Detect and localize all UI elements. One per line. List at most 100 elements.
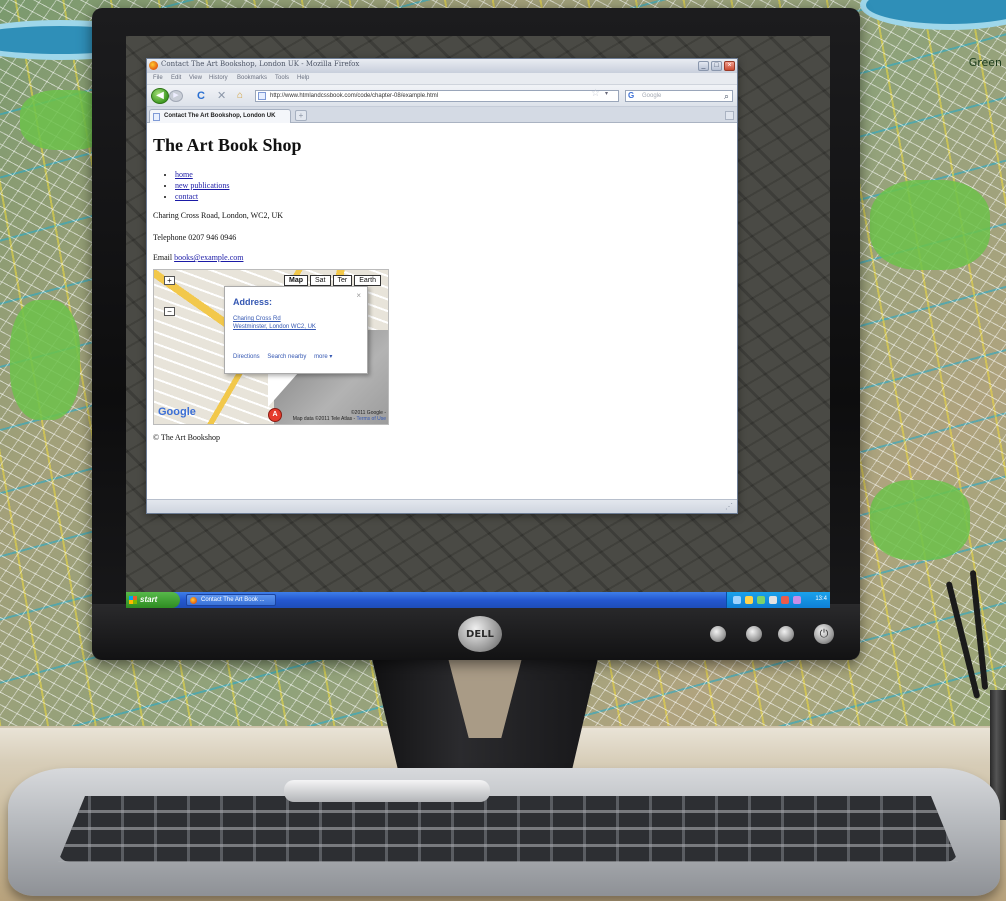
tab-contact[interactable]: Contact The Art Bookshop, London UK [149,109,291,123]
start-button[interactable]: start [126,592,180,608]
map-credit-line-2: Map data ©2011 Tele Atlas - [292,416,356,422]
email-line: Email books@example.com [153,253,243,262]
email-label: Email [153,253,175,262]
map-river [860,0,1006,30]
menu-tools[interactable]: Tools [275,75,289,81]
site-nav: home new publications contact [167,169,229,202]
more-link[interactable]: more ▾ [314,354,332,360]
tab-page-icon [153,113,160,121]
minimize-button[interactable]: _ [698,61,709,71]
system-tray: 13:4 [726,592,830,608]
tray-app-icon[interactable] [793,596,801,604]
bookmark-star-icon[interactable]: ☆ [591,88,600,99]
maximize-button[interactable]: □ [711,61,722,71]
email-link[interactable]: books@example.com [174,253,243,262]
map-zoom-control: + − [164,276,176,317]
tray-security-icon[interactable] [757,596,765,604]
home-icon[interactable]: ⌂ [237,90,243,102]
search-nearby-link[interactable]: Search nearby [267,354,306,360]
telephone-text: Telephone 0207 946 0946 [153,233,237,242]
close-button[interactable]: × [724,61,735,71]
keyboard-key-rows [58,796,958,862]
search-placeholder: Google [642,93,662,99]
nav-link-home[interactable]: home [175,170,193,179]
menu-history[interactable]: History [209,75,228,81]
map-park [10,300,80,420]
monitor-down-button[interactable] [746,626,762,642]
info-close-icon[interactable]: × [356,291,361,300]
tray-update-icon[interactable] [781,596,789,604]
tab-list-button[interactable] [725,111,734,120]
info-address-link[interactable]: Charing Cross Rd Westminster, London WC2… [233,315,316,331]
taskbar-clock: 13:4 [815,596,827,602]
page-icon [258,92,266,100]
nav-item-contact: contact [175,191,229,202]
new-tab-button[interactable]: + [295,110,307,121]
map-zoom-out-button[interactable]: − [164,307,175,316]
terms-of-use-link[interactable]: Terms of Use [357,416,386,422]
search-engine-icon[interactable]: G [628,91,634,100]
nav-item-home: home [175,169,229,180]
menu-bookmarks[interactable]: Bookmarks [237,75,267,81]
start-label: start [140,595,158,604]
resize-grip-icon[interactable]: ⋰ [725,502,733,511]
taskbar-item-label: Contact The Art Book ... [201,597,265,603]
search-input[interactable]: G Google ⌕ [625,90,733,102]
nav-link-contact[interactable]: contact [175,192,198,201]
map-type-map[interactable]: Map [284,275,308,286]
reload-icon[interactable]: C [197,90,205,102]
url-text: http://www.htmlandcssbook.com/code/chapt… [270,93,439,99]
stop-icon[interactable]: ✕ [217,90,226,102]
url-dropdown-icon[interactable]: ▾ [605,90,608,97]
windows-flag-icon [129,596,137,604]
map-type-earth[interactable]: Earth [354,275,381,286]
nav-link-new-publications[interactable]: new publications [175,181,229,190]
monitor-brand-logo: DELL [458,616,502,652]
map-place-label: Green [968,56,1002,69]
page-title: The Art Book Shop [153,135,302,155]
info-heading: Address: [233,297,273,307]
info-address-line-1: Charing Cross Rd [233,316,281,322]
tray-network-icon[interactable] [733,596,741,604]
back-button[interactable]: ◀ [151,88,169,104]
firefox-task-icon [190,597,197,604]
monitor-power-button[interactable]: ⏻ [814,624,834,644]
tab-bar: Contact The Art Bookshop, London UK + [147,107,737,123]
firefox-icon [149,61,158,70]
forward-button[interactable]: ▶ [169,90,183,102]
menu-view[interactable]: View [189,75,202,81]
menu-help[interactable]: Help [297,75,309,81]
embedded-map[interactable]: + − Map Sat Ter Earth × Address: Charing… [153,269,389,425]
browser-window: Contact The Art Bookshop, London UK - Mo… [146,58,738,514]
info-address-line-2: Westminster, London WC2, UK [233,324,316,330]
map-zoom-in-button[interactable]: + [164,276,175,285]
map-park [870,180,990,270]
map-marker-icon[interactable]: A [268,408,282,422]
info-links: Directions Search nearby more ▾ [233,353,338,360]
menu-file[interactable]: File [153,75,163,81]
map-credit: ©2011 Google - Map data ©2011 Tele Atlas… [293,410,386,422]
footer-text: © The Art Bookshop [153,433,221,442]
tab-label: Contact The Art Bookshop, London UK [164,113,276,119]
map-type-control: Map Sat Ter Earth [284,275,381,286]
monitor-menu-button[interactable] [710,626,726,642]
taskbar: start Contact The Art Book ... 13:4 [126,592,830,608]
browser-titlebar[interactable]: Contact The Art Bookshop, London UK - Mo… [147,59,737,73]
nav-item-new-publications: new publications [175,180,229,191]
monitor-up-button[interactable] [778,626,794,642]
tray-alert-icon[interactable] [745,596,753,604]
map-type-sat[interactable]: Sat [310,275,331,286]
menu-bar: File Edit View History Bookmarks Tools H… [147,73,737,85]
map-park [870,480,970,560]
search-icon[interactable]: ⌕ [724,91,729,102]
google-logo: Google [158,406,196,418]
map-type-ter[interactable]: Ter [332,275,353,286]
status-bar: ⋰ [147,499,737,513]
tray-volume-icon[interactable] [769,596,777,604]
directions-link[interactable]: Directions [233,354,260,360]
page-content: The Art Book Shop home new publications … [147,123,737,499]
menu-edit[interactable]: Edit [171,75,181,81]
address-text: Charing Cross Road, London, WC2, UK [153,211,284,220]
taskbar-item-firefox[interactable]: Contact The Art Book ... [186,594,276,606]
address-bar[interactable]: http://www.htmlandcssbook.com/code/chapt… [255,90,619,102]
